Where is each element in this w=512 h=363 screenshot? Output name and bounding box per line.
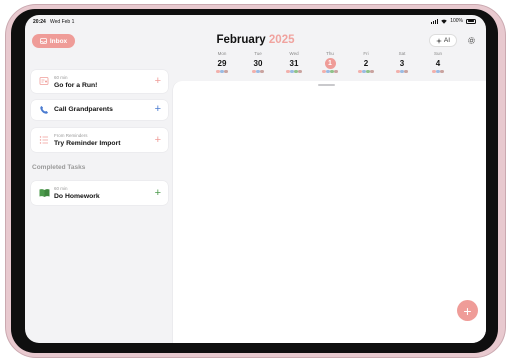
status-bar: 20:24 Wed Feb 1 100%	[25, 15, 486, 29]
day-number: 2	[363, 59, 369, 68]
task-card-call[interactable]: Call Grandparents +	[31, 100, 168, 120]
settings-button[interactable]	[466, 35, 477, 46]
task-dot	[298, 70, 302, 74]
month-title[interactable]: February 2025	[25, 34, 486, 46]
day-sun[interactable]: Sun 4	[423, 51, 453, 74]
phone-icon	[40, 106, 48, 114]
task-dot	[252, 70, 256, 74]
day-number: 31	[289, 59, 299, 68]
day-number: 29	[217, 59, 227, 68]
task-title: Do Homework	[54, 193, 100, 200]
task-card-homework[interactable]: 60 min Do Homework +	[31, 181, 168, 205]
battery-percent: 100%	[450, 18, 463, 24]
task-dot	[260, 70, 264, 74]
add-task-button[interactable]: +	[155, 135, 161, 146]
weekday-label: Wed	[289, 51, 299, 56]
battery-icon	[466, 18, 476, 24]
add-button[interactable]: +	[457, 300, 478, 321]
app-screen: 20:24 Wed Feb 1 100% Inbox February 2025…	[25, 15, 486, 343]
day-number: 30	[253, 59, 263, 68]
task-dots	[315, 70, 345, 74]
add-task-button[interactable]: +	[155, 76, 161, 87]
task-dot	[334, 70, 338, 74]
run-icon	[39, 77, 49, 85]
task-title: Try Reminder Import	[54, 140, 121, 147]
year-label: 2025	[268, 34, 295, 46]
status-indicators: 100%	[431, 18, 476, 24]
ai-button[interactable]: AI	[429, 34, 457, 47]
task-dot	[330, 70, 334, 74]
task-dots	[279, 70, 309, 74]
task-dot	[432, 70, 436, 74]
task-dot	[370, 70, 374, 74]
task-dots	[351, 70, 381, 74]
task-dot	[396, 70, 400, 74]
gear-icon	[468, 37, 475, 44]
task-title: Go for a Run!	[54, 82, 98, 89]
sheet-grabber[interactable]	[318, 84, 335, 86]
weekday-label: Fri	[363, 51, 369, 56]
day-mon[interactable]: Mon 29	[207, 51, 237, 74]
task-dot	[440, 70, 444, 74]
task-dot	[366, 70, 370, 74]
day-number: 4	[435, 59, 441, 68]
add-task-button[interactable]: +	[155, 104, 161, 115]
task-dot	[404, 70, 408, 74]
weekday-label: Thu	[326, 51, 334, 56]
weekday-label: Tue	[254, 51, 262, 56]
task-dot	[286, 70, 290, 74]
day-thu[interactable]: Thu 1	[315, 51, 345, 74]
sparkle-icon	[435, 37, 442, 44]
task-dot	[220, 70, 224, 74]
wifi-icon	[441, 19, 447, 24]
completed-tasks-heading: Completed Tasks	[32, 164, 86, 171]
task-dots	[423, 70, 453, 74]
status-date: Wed Feb 1	[50, 19, 75, 25]
day-wed[interactable]: Wed 31	[279, 51, 309, 74]
task-card-reminder[interactable]: From Reminders Try Reminder Import +	[31, 128, 168, 152]
task-dot	[294, 70, 298, 74]
task-dots	[387, 70, 417, 74]
task-card-run[interactable]: 60 min Go for a Run! +	[31, 70, 168, 93]
day-number: 3	[399, 59, 405, 68]
day-sat[interactable]: Sat 3	[387, 51, 417, 74]
ai-label: AI	[443, 37, 451, 44]
book-icon	[39, 189, 50, 197]
task-title: Call Grandparents	[54, 106, 113, 113]
task-dot	[322, 70, 326, 74]
task-dot	[326, 70, 330, 74]
day-fri[interactable]: Fri 2	[351, 51, 381, 74]
task-dots	[207, 70, 237, 74]
task-dot	[400, 70, 404, 74]
task-dot	[224, 70, 228, 74]
list-icon	[39, 136, 48, 144]
add-task-button[interactable]: +	[155, 188, 161, 199]
day-number-today: 1	[324, 58, 336, 69]
task-dot	[362, 70, 366, 74]
weekday-label: Sat	[398, 51, 406, 56]
task-source: From Reminders	[54, 133, 88, 138]
plus-icon: +	[463, 302, 472, 319]
cellular-signal-icon	[431, 18, 439, 24]
status-time: 20:24	[33, 19, 46, 25]
task-dot	[216, 70, 220, 74]
month-name: February	[216, 34, 266, 46]
weekday-label: Sun	[433, 51, 442, 56]
task-dot	[436, 70, 440, 74]
task-duration: 60 min	[54, 186, 68, 191]
weekday-label: Mon	[217, 51, 227, 56]
task-dot	[290, 70, 294, 74]
task-dots	[243, 70, 273, 74]
task-dot	[358, 70, 362, 74]
task-dot	[256, 70, 260, 74]
detail-panel	[173, 81, 486, 343]
task-duration: 60 min	[54, 75, 68, 80]
day-tue[interactable]: Tue 30	[243, 51, 273, 74]
